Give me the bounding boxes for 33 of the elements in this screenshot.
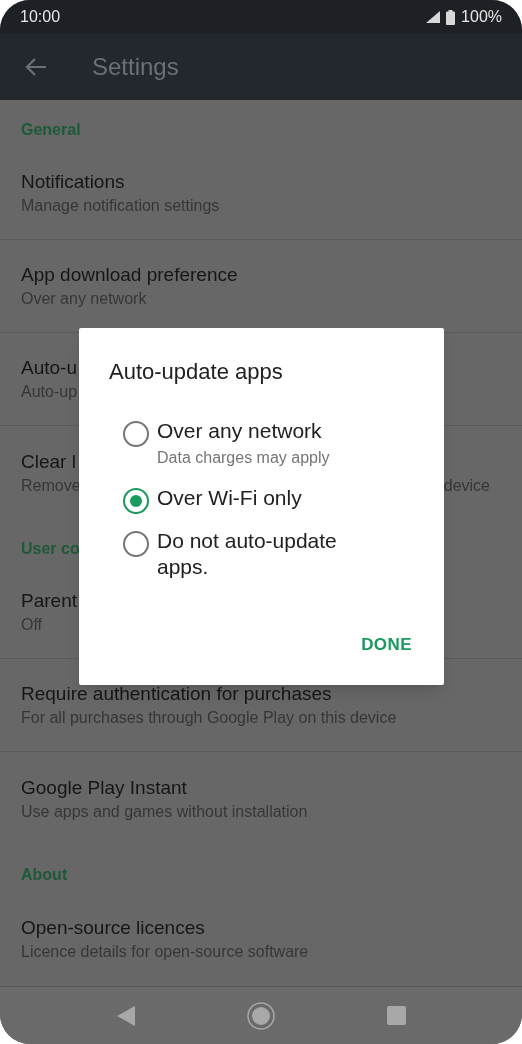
radio-option[interactable]: Do not auto-update apps. (123, 528, 412, 580)
item-title: Auto-u (21, 356, 77, 380)
dialog-title: Auto-update apps (109, 358, 284, 386)
triangle-icon (116, 1005, 135, 1026)
item-title: Parent (21, 589, 77, 613)
screen-title: Settings (92, 52, 179, 82)
signal-icon (426, 11, 441, 23)
battery-level: 100% (461, 7, 502, 27)
section-header: About (21, 865, 68, 885)
item-title: Require authentication for purchases (21, 682, 332, 706)
recents-button[interactable] (385, 1004, 408, 1027)
item-title: Notifications (21, 170, 125, 194)
back-arrow-icon (25, 57, 47, 77)
square-icon (386, 1006, 406, 1025)
radio-button[interactable] (123, 531, 149, 557)
radio-button[interactable] (123, 421, 149, 447)
battery-icon (446, 9, 456, 25)
option-label: Do not auto-update apps. (157, 528, 338, 580)
option-label: Over any network (157, 418, 323, 444)
item-title: Google Play Instant (21, 775, 187, 800)
section-header: General (21, 120, 81, 140)
radio-button[interactable] (123, 488, 149, 514)
home-circle-icon (246, 1000, 276, 1031)
radio-option[interactable]: Over any network Data charges may apply (123, 418, 412, 471)
section-header: User co (21, 539, 80, 559)
item-title: Open-source licences (21, 915, 205, 940)
done-button[interactable]: DONE (361, 631, 412, 657)
option-description: Data charges may apply (157, 448, 331, 468)
home-button[interactable] (246, 1000, 276, 1031)
item-title: App download preference (21, 263, 238, 287)
radio-option[interactable]: Over Wi-Fi only (123, 485, 412, 514)
status-time: 10:00 (20, 7, 61, 27)
option-label: Over Wi-Fi only (157, 485, 303, 511)
